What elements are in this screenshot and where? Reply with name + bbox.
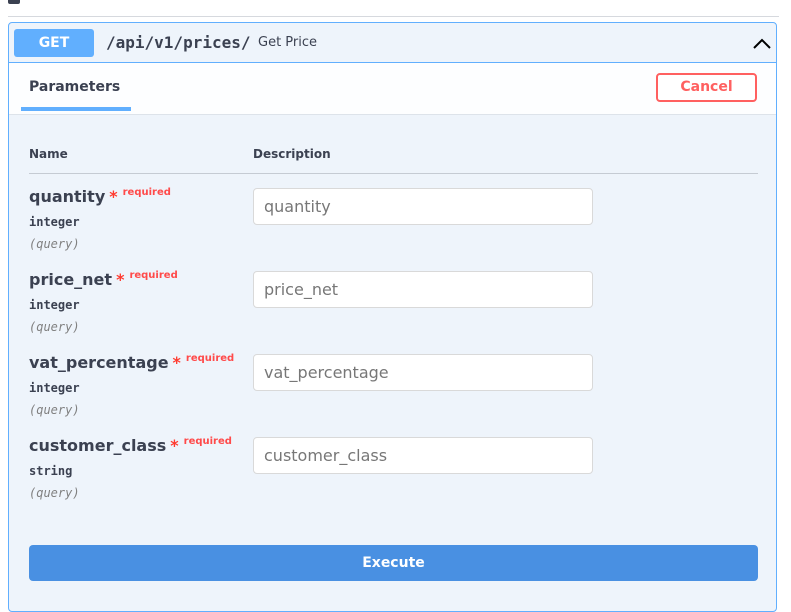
table-header-divider (29, 173, 758, 174)
parameter-location: (query) (29, 486, 80, 500)
required-label: required (185, 353, 235, 364)
tab-active-indicator (21, 107, 131, 111)
execute-button[interactable]: Execute (29, 545, 758, 581)
price-net-input[interactable] (253, 271, 593, 308)
required-asterisk: * (116, 270, 125, 289)
parameter-name: vat_percentage * required (29, 353, 234, 372)
parameter-name-text: quantity (29, 187, 106, 206)
parameter-row: vat_percentage * required integer (query) (29, 353, 759, 433)
endpoint-path: /api/v1/prices/ (106, 33, 251, 52)
operation-block: GET /api/v1/prices/ Get Price Parameters… (8, 22, 777, 612)
parameter-type: integer (29, 381, 80, 395)
quantity-input[interactable] (253, 188, 593, 225)
tab-parameters[interactable]: Parameters (21, 63, 131, 111)
customer-class-input[interactable] (253, 437, 593, 474)
column-header-name: Name (29, 147, 68, 161)
section-title-fragment (8, 0, 20, 4)
parameter-type: integer (29, 298, 80, 312)
parameter-type: integer (29, 215, 80, 229)
parameter-name-text: customer_class (29, 436, 167, 455)
parameter-type: string (29, 464, 73, 478)
parameter-location: (query) (29, 237, 80, 251)
parameter-location: (query) (29, 403, 80, 417)
required-asterisk: * (109, 187, 118, 206)
parameter-row: customer_class * required string (query) (29, 436, 759, 516)
http-method-badge: GET (14, 29, 94, 57)
operation-description: Get Price (258, 35, 318, 50)
parameter-name-text: vat_percentage (29, 353, 169, 372)
parameter-name-text: price_net (29, 270, 113, 289)
parameter-location: (query) (29, 320, 80, 334)
required-asterisk: * (172, 353, 181, 372)
chevron-up-icon[interactable] (751, 33, 773, 55)
parameter-name: customer_class * required (29, 436, 232, 455)
column-header-description: Description (253, 147, 331, 161)
section-divider (8, 16, 779, 17)
vat-percentage-input[interactable] (253, 354, 593, 391)
operation-summary[interactable]: GET /api/v1/prices/ Get Price (9, 23, 776, 63)
parameter-name: price_net * required (29, 270, 178, 289)
cancel-button[interactable]: Cancel (656, 73, 757, 102)
required-label: required (183, 436, 232, 447)
parameter-row: quantity * required integer (query) (29, 187, 759, 267)
required-label: required (122, 187, 171, 198)
parameter-row: price_net * required integer (query) (29, 270, 759, 350)
required-label: required (129, 270, 178, 281)
required-asterisk: * (170, 436, 179, 455)
parameter-name: quantity * required (29, 187, 171, 206)
parameters-header: Parameters Cancel (9, 63, 776, 115)
tab-parameters-label: Parameters (29, 79, 121, 95)
